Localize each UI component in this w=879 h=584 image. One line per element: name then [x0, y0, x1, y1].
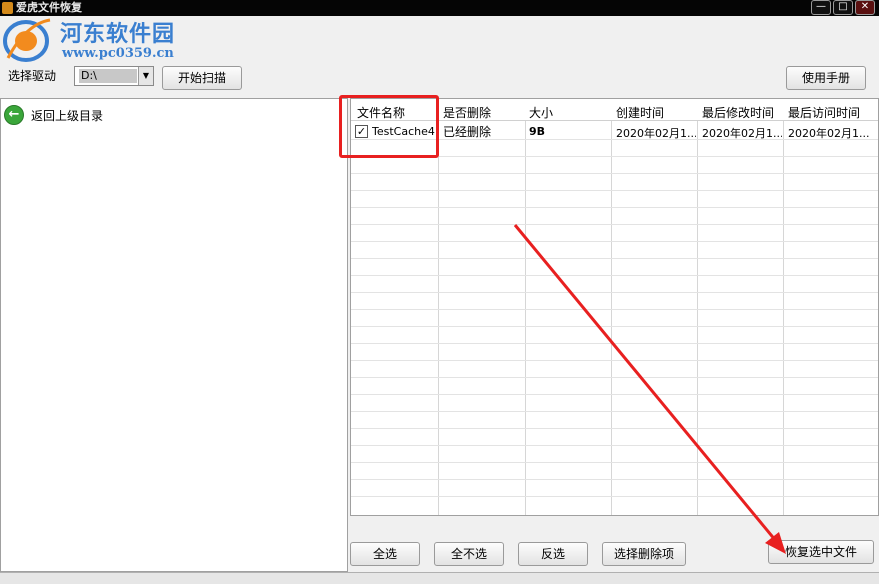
row-line [351, 428, 878, 429]
drive-label: 选择驱动 [8, 69, 57, 83]
row-line [351, 326, 878, 327]
column-header-accessed[interactable]: 最后访问时间 [788, 104, 860, 121]
highlight-box [339, 95, 439, 158]
column-header-modified[interactable]: 最后修改时间 [702, 104, 774, 121]
row-line [351, 258, 878, 259]
recover-selected-button[interactable]: 恢复选中文件 [768, 540, 874, 564]
row-line [351, 496, 878, 497]
column-header-size[interactable]: 大小 [529, 104, 553, 121]
close-button[interactable]: ✕ [855, 0, 875, 15]
maximize-button[interactable]: □ [833, 0, 853, 15]
directory-panel[interactable]: ← 返回上级目录 [0, 98, 348, 572]
row-line [351, 292, 878, 293]
column-header-created[interactable]: 创建时间 [616, 104, 664, 121]
go-up-label: 返回上级目录 [31, 108, 104, 123]
row-line [351, 445, 878, 446]
select-deleted-button[interactable]: 选择删除项 [602, 542, 686, 566]
start-scan-button[interactable]: 开始扫描 [162, 66, 242, 90]
watermark: 河东软件园 www.pc0359.cn [2, 14, 212, 64]
chevron-down-icon[interactable]: ▼ [138, 67, 153, 85]
select-none-button[interactable]: 全不选 [434, 542, 504, 566]
row-line [351, 377, 878, 378]
row-line [351, 275, 878, 276]
row-line [351, 224, 878, 225]
row-line [351, 173, 878, 174]
select-all-button[interactable]: 全选 [350, 542, 420, 566]
drive-value: D:\ [79, 69, 137, 83]
row-line [351, 343, 878, 344]
app-icon [2, 2, 13, 14]
row-line [351, 462, 878, 463]
watermark-url: www.pc0359.cn [62, 46, 174, 61]
watermark-title: 河东软件园 [60, 21, 176, 47]
row-line [351, 411, 878, 412]
row-line [351, 394, 878, 395]
drive-select[interactable]: D:\ ▼ [74, 66, 154, 86]
watermark-logo-icon [3, 18, 51, 62]
row-line [351, 241, 878, 242]
row-line [351, 190, 878, 191]
column-header-deleted[interactable]: 是否删除 [443, 104, 491, 121]
deleted-status-cell: 已经删除 [443, 125, 492, 139]
go-up-directory[interactable]: ← 返回上级目录 [4, 105, 103, 125]
back-arrow-icon[interactable]: ← [4, 105, 24, 125]
row-line [351, 207, 878, 208]
minimize-button[interactable]: — [811, 0, 831, 15]
invert-selection-button[interactable]: 反选 [518, 542, 588, 566]
file-list[interactable]: 文件名称 是否删除 大小 创建时间 最后修改时间 最后访问时间 ✓ TestCa… [350, 98, 879, 516]
user-manual-button[interactable]: 使用手册 [786, 66, 866, 90]
status-bar [0, 572, 879, 584]
window-controls: — □ ✕ [811, 0, 875, 16]
row-line [351, 309, 878, 310]
row-line [351, 479, 878, 480]
row-line [351, 360, 878, 361]
size-cell: 9B [529, 125, 546, 138]
